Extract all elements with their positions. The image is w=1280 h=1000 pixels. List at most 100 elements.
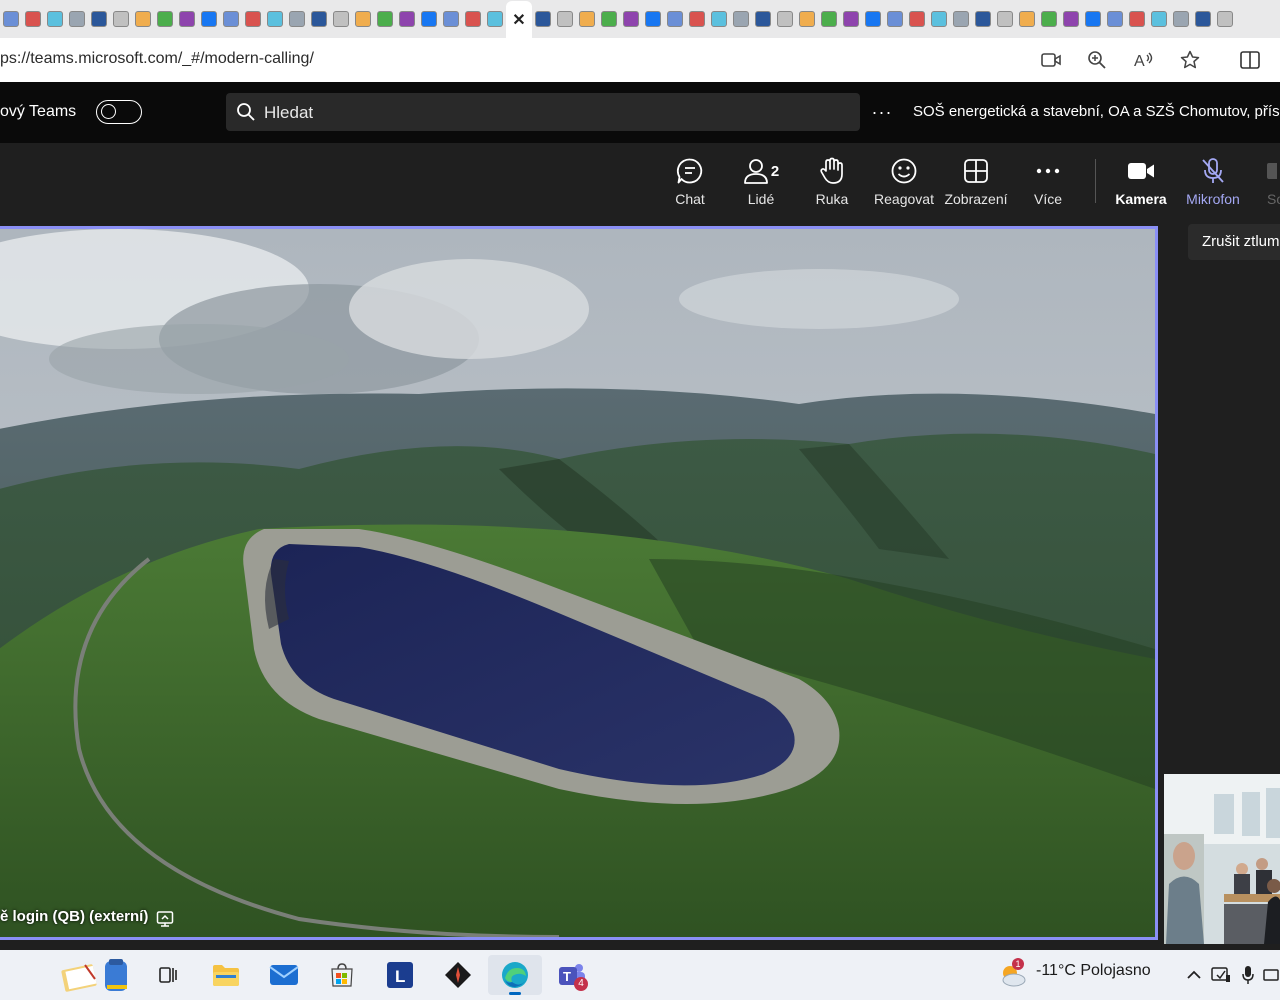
browser-tab[interactable] (620, 0, 642, 38)
browser-tab[interactable] (440, 0, 462, 38)
browser-tab[interactable] (708, 0, 730, 38)
browser-tab[interactable] (264, 0, 286, 38)
chat-button[interactable]: Chat (654, 143, 726, 220)
browser-tab[interactable] (396, 0, 418, 38)
task-view-button[interactable] (148, 955, 188, 995)
widgets-button[interactable] (60, 955, 138, 995)
share-button[interactable]: So (1249, 143, 1280, 220)
mail-button[interactable] (264, 955, 304, 995)
onedrive-sync-icon[interactable] (1211, 965, 1231, 985)
more-options-button[interactable]: ··· (870, 102, 894, 122)
browser-tab[interactable] (1148, 0, 1170, 38)
zoom-icon[interactable] (1085, 48, 1109, 72)
browser-tab[interactable] (66, 0, 88, 38)
teams-header: ový Teams Hledat ··· SOŠ energetická a s… (0, 82, 1280, 143)
microsoft-store-button[interactable] (322, 955, 362, 995)
browser-tab[interactable] (330, 0, 352, 38)
browser-tab[interactable] (576, 0, 598, 38)
browser-tab[interactable] (110, 0, 132, 38)
browser-tab[interactable] (1170, 0, 1192, 38)
browser-tab[interactable] (532, 0, 554, 38)
browser-tab[interactable] (642, 0, 664, 38)
people-button[interactable]: 2 Lidé (725, 143, 797, 220)
browser-tab[interactable] (1126, 0, 1148, 38)
browser-tab[interactable] (308, 0, 330, 38)
browser-tab[interactable] (1060, 0, 1082, 38)
browser-tab[interactable] (1104, 0, 1126, 38)
browser-tab[interactable] (220, 0, 242, 38)
network-icon[interactable] (1262, 965, 1280, 985)
browser-tab[interactable] (1038, 0, 1060, 38)
browser-tab[interactable] (862, 0, 884, 38)
reservoir-landscape-image (0, 229, 1155, 937)
shared-video[interactable] (0, 226, 1158, 940)
tab-favicon-icon (821, 11, 837, 27)
view-button[interactable]: Zobrazení (940, 143, 1012, 220)
tab-favicon-icon (1085, 11, 1101, 27)
browser-tab[interactable] (242, 0, 264, 38)
browser-tab[interactable] (906, 0, 928, 38)
browser-tab[interactable] (928, 0, 950, 38)
browser-tab[interactable] (972, 0, 994, 38)
chevron-up-icon[interactable] (1184, 965, 1204, 985)
browser-tab[interactable] (774, 0, 796, 38)
camera-button[interactable]: Kamera (1105, 143, 1177, 220)
favorite-star-icon[interactable] (1178, 48, 1202, 72)
browser-tab[interactable] (176, 0, 198, 38)
teams-taskbar-button[interactable]: T 4 (552, 955, 592, 995)
browser-tab[interactable] (884, 0, 906, 38)
browser-tab[interactable] (44, 0, 66, 38)
url-text[interactable]: ps://teams.microsoft.com/_#/modern-calli… (0, 50, 314, 68)
browser-tab[interactable] (352, 0, 374, 38)
browser-tab[interactable] (198, 0, 220, 38)
tab-favicon-icon (1041, 11, 1057, 27)
browser-tab[interactable] (818, 0, 840, 38)
react-button[interactable]: Reagovat (868, 143, 940, 220)
browser-tab[interactable] (484, 0, 506, 38)
camera-permission-icon[interactable] (1039, 48, 1063, 72)
microphone-tray-icon[interactable] (1238, 965, 1258, 985)
browser-tab[interactable] (664, 0, 686, 38)
weather-icon[interactable]: 1 (998, 958, 1026, 988)
raise-hand-button[interactable]: Ruka (796, 143, 868, 220)
browser-tab[interactable] (154, 0, 176, 38)
browser-tab[interactable] (88, 0, 110, 38)
browser-tab[interactable] (752, 0, 774, 38)
split-screen-icon[interactable] (1238, 48, 1262, 72)
tab-favicon-icon (667, 11, 683, 27)
browser-tab[interactable] (132, 0, 154, 38)
browser-tab[interactable] (950, 0, 972, 38)
browser-tab[interactable] (1192, 0, 1214, 38)
microphone-button[interactable]: Mikrofon (1177, 143, 1249, 220)
weather-badge: 1 (1012, 958, 1024, 970)
l-app-button[interactable]: L (380, 955, 420, 995)
browser-tab[interactable] (1214, 0, 1236, 38)
new-teams-toggle[interactable] (96, 100, 142, 124)
browser-tab[interactable] (598, 0, 620, 38)
browser-tab[interactable] (840, 0, 862, 38)
dark-app-button[interactable] (438, 955, 478, 995)
search-box[interactable]: Hledat (226, 93, 860, 131)
active-tab-close-button[interactable]: ✕ (506, 1, 532, 38)
browser-tab[interactable] (418, 0, 440, 38)
browser-tab[interactable] (22, 0, 44, 38)
self-view-video[interactable] (1164, 774, 1280, 944)
weather-text[interactable]: -11°C Polojasno (1036, 962, 1151, 980)
browser-tab[interactable] (730, 0, 752, 38)
browser-tab[interactable] (1016, 0, 1038, 38)
browser-tab[interactable] (374, 0, 396, 38)
edge-button[interactable] (488, 955, 542, 995)
browser-tab[interactable] (994, 0, 1016, 38)
browser-tab[interactable] (286, 0, 308, 38)
browser-tab[interactable] (1082, 0, 1104, 38)
browser-tab[interactable] (686, 0, 708, 38)
browser-tab[interactable] (462, 0, 484, 38)
tab-favicon-icon (865, 11, 881, 27)
file-explorer-button[interactable] (206, 955, 246, 995)
browser-tab[interactable] (554, 0, 576, 38)
read-aloud-icon[interactable]: A (1132, 48, 1156, 72)
more-actions-button[interactable]: Více (1012, 143, 1084, 220)
browser-tab[interactable] (796, 0, 818, 38)
browser-tab[interactable] (0, 0, 22, 38)
organization-name[interactable]: SOŠ energetická a stavební, OA a SZŠ Cho… (913, 103, 1280, 120)
